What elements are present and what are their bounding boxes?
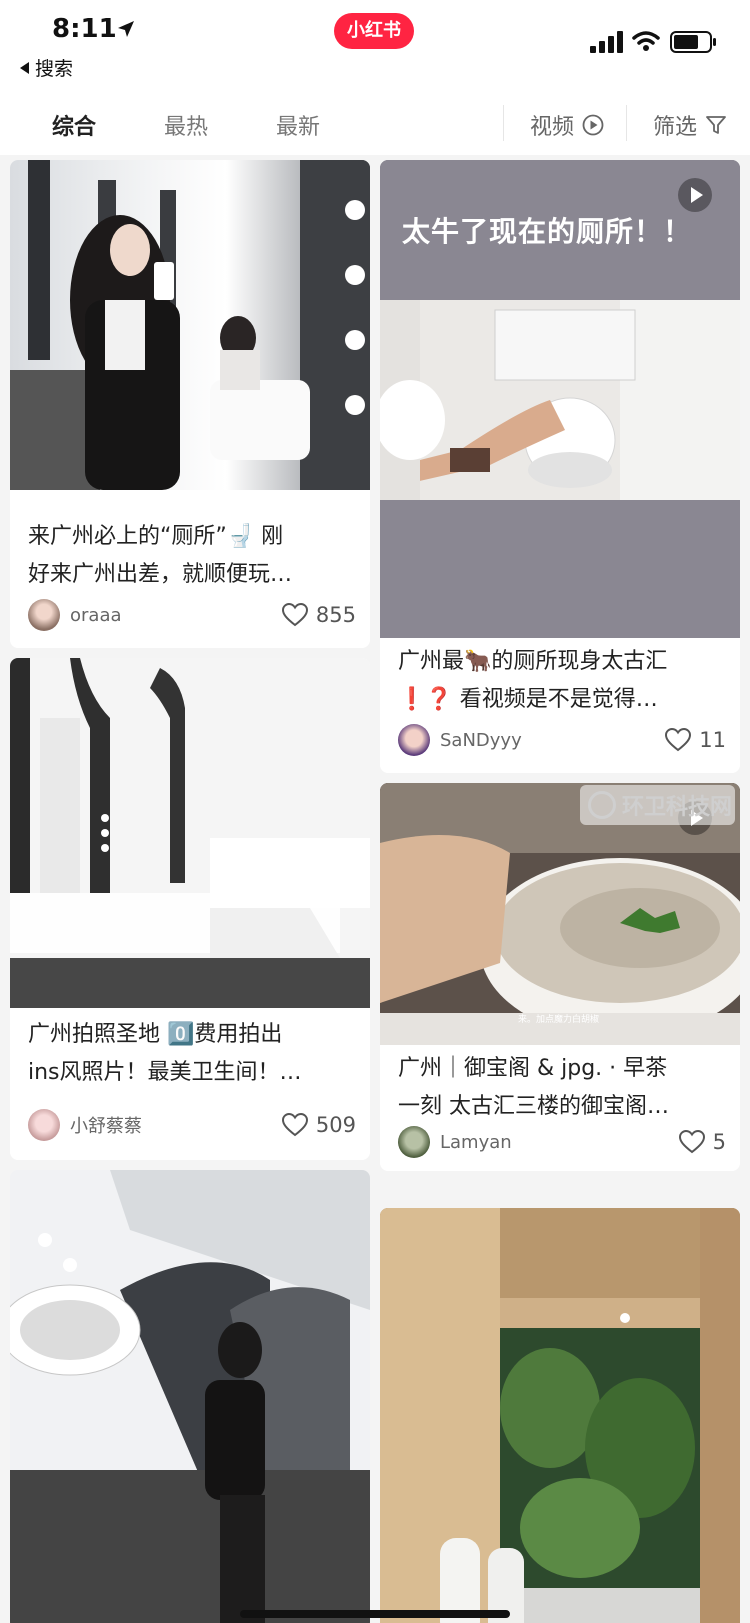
home-indicator[interactable] (240, 1610, 510, 1618)
back-to-search-button[interactable]: 搜索 (20, 54, 73, 81)
tab-comprehensive[interactable]: 综合 (52, 109, 96, 141)
note-title-line: ❗❓ 看视频是不是觉得… (398, 687, 658, 712)
note-card[interactable]: 太牛了现在的厕所！！ 广州最🐂的厕所现身太古汇 ❗❓ 看视频是不是觉得… SaN… (380, 160, 740, 773)
back-arrow-icon (20, 61, 29, 74)
video-filter-button[interactable]: 视频 (530, 109, 604, 141)
note-cover-photo: 太牛了现在的厕所！！ (380, 160, 740, 638)
like-count: 855 (315, 603, 356, 627)
search-tab-bar: 综合 最热 最新 视频 筛选 (0, 95, 750, 155)
author-name[interactable]: Lamyan (440, 1132, 679, 1153)
note-title-line: 一刻 太古汇三楼的御宝阁… (398, 1094, 669, 1119)
note-cover-photo (10, 658, 370, 1008)
note-card[interactable]: 广州拍照圣地 0️⃣费用拍出 ins风照片！最美卫生间！… 小舒蔡蔡 509 (10, 658, 370, 1160)
mirror-selfie-illustration (10, 1170, 370, 1623)
note-title: 来广州必上的“厕所”🚽 刚 好来广州出差，就顺便玩… (28, 518, 354, 594)
watermark: 环卫科技网 (580, 785, 735, 825)
filter-button[interactable]: 筛选 (653, 109, 727, 141)
tab-hottest[interactable]: 最热 (164, 109, 208, 141)
note-cover-photo (10, 160, 370, 513)
note-title-line: 来广州必上的“厕所”🚽 刚 (28, 524, 284, 549)
video-caption: 来。加点魔力白胡椒 (518, 1015, 600, 1025)
watermark-logo-icon (588, 791, 616, 819)
note-feed: 来广州必上的“厕所”🚽 刚 好来广州出差，就顺便玩… oraaa 855 太牛了… (0, 160, 750, 1623)
note-card[interactable]: 来。加点魔力白胡椒 广州｜御宝阁 & jpg. · 早茶 一刻 太古汇三楼的御宝… (380, 783, 740, 1171)
funnel-icon (706, 116, 726, 134)
note-meta: Lamyan 5 (398, 1125, 726, 1159)
tab-latest[interactable]: 最新 (276, 109, 320, 141)
note-title-line: 广州拍照圣地 0️⃣费用拍出 (28, 1022, 283, 1047)
avatar[interactable] (398, 1126, 430, 1158)
author-name[interactable]: 小舒蔡蔡 (70, 1112, 282, 1138)
author-name[interactable]: SaNDyyy (440, 730, 665, 751)
restroom-selfie-illustration (10, 160, 370, 513)
note-card[interactable] (10, 1170, 370, 1623)
note-meta: 小舒蔡蔡 509 (28, 1108, 356, 1142)
note-cover-photo (380, 1208, 740, 1623)
location-arrow-icon (118, 21, 134, 37)
note-title-line: 好来广州出差，就顺便玩… (28, 562, 293, 587)
back-label: 搜索 (35, 58, 74, 80)
note-cover-photo (10, 1170, 370, 1623)
avatar[interactable] (28, 1109, 60, 1141)
note-card[interactable]: 来广州必上的“厕所”🚽 刚 好来广州出差，就顺便玩… oraaa 855 (10, 160, 370, 648)
heart-icon[interactable] (281, 1113, 308, 1137)
clock: 8:11 (52, 14, 117, 44)
battery-icon (670, 31, 716, 53)
watermark-text: 环卫科技网 (622, 795, 733, 820)
play-circle-icon (582, 114, 604, 136)
like-count: 5 (712, 1130, 726, 1154)
like-count: 509 (315, 1113, 356, 1137)
note-card[interactable] (380, 1208, 740, 1623)
filter-label: 筛选 (653, 115, 698, 140)
cellular-signal-icon (590, 31, 623, 53)
heart-icon[interactable] (281, 603, 308, 627)
divider (626, 105, 627, 141)
note-title: 广州拍照圣地 0️⃣费用拍出 ins风照片！最美卫生间！… (28, 1016, 354, 1092)
avatar[interactable] (28, 599, 60, 631)
wifi-icon (632, 31, 660, 51)
heart-icon[interactable] (678, 1130, 705, 1154)
video-banner-text: 太牛了现在的厕所！！ (402, 215, 693, 248)
note-meta: SaNDyyy 11 (398, 723, 726, 757)
note-title: 广州最🐂的厕所现身太古汇 ❗❓ 看视频是不是觉得… (398, 643, 724, 719)
white-restroom-illustration (10, 658, 370, 1008)
like-count: 11 (699, 728, 726, 752)
status-bar: 8:11 搜索 小红书 (0, 0, 750, 95)
note-title-line: ins风照片！最美卫生间！… (28, 1060, 302, 1085)
avatar[interactable] (398, 724, 430, 756)
toilet-sensor-video-frame (380, 300, 740, 500)
app-logo: 小红书 (334, 13, 414, 49)
divider (503, 105, 504, 141)
note-title: 广州｜御宝阁 & jpg. · 早茶 一刻 太古汇三楼的御宝阁… (398, 1050, 724, 1126)
wood-panel-restroom-illustration (380, 1208, 740, 1623)
play-icon[interactable] (678, 178, 712, 212)
video-filter-label: 视频 (530, 115, 575, 140)
note-title-line: 广州｜御宝阁 & jpg. · 早茶 (398, 1056, 668, 1081)
note-title-line: 广州最🐂的厕所现身太古汇 (398, 649, 668, 674)
heart-icon[interactable] (665, 728, 692, 752)
note-meta: oraaa 855 (28, 598, 356, 632)
author-name[interactable]: oraaa (70, 605, 282, 626)
